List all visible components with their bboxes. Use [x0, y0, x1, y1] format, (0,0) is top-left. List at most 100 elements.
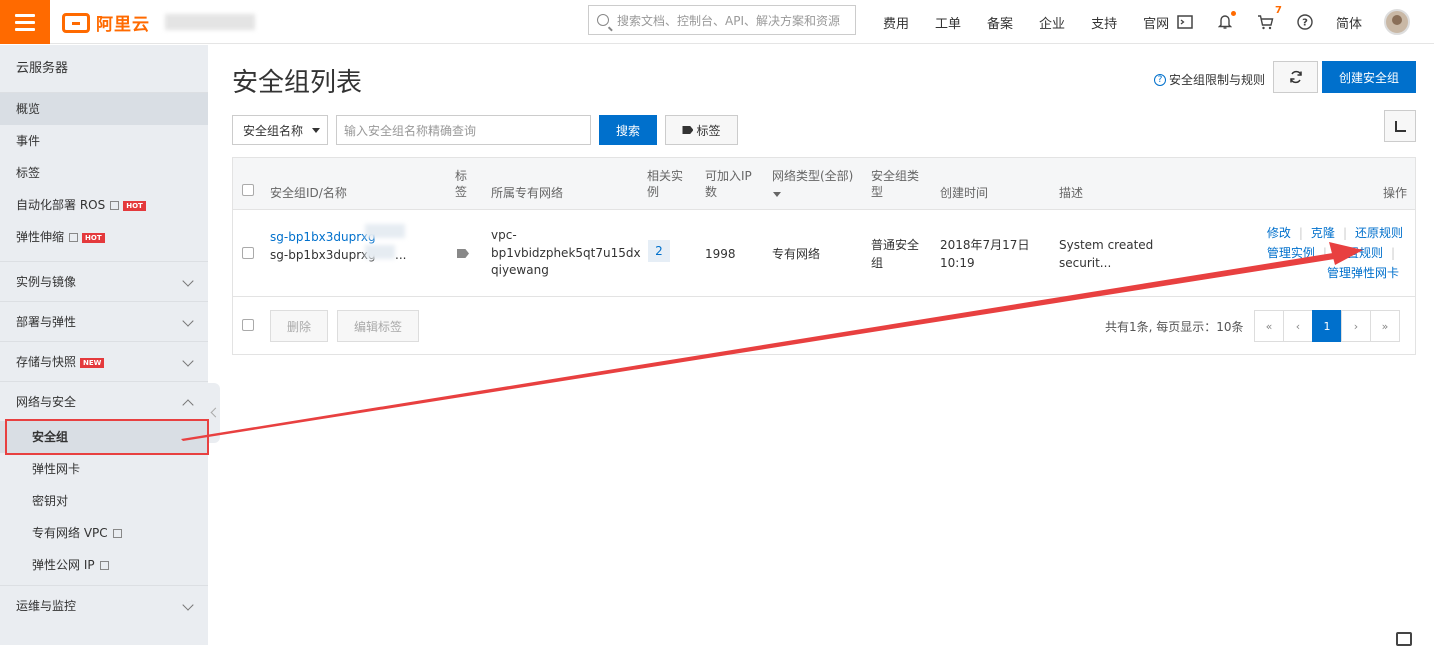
select-all-checkbox[interactable]	[242, 184, 254, 196]
sidebar-group-instances[interactable]: 实例与镜像	[0, 261, 208, 301]
header-links: 费用 工单 备案 企业 支持 官网	[870, 0, 1182, 44]
redacted-name-suffix	[365, 245, 395, 259]
action-manage-eni[interactable]: 管理弹性网卡	[1327, 266, 1399, 280]
brand-logo[interactable]: 阿里云	[62, 10, 150, 35]
feedback-icon[interactable]	[1396, 632, 1412, 646]
first-page-button[interactable]: «	[1254, 310, 1284, 342]
row-checkbox[interactable]	[242, 247, 254, 259]
pagination-summary: 共有1条, 每页显示：10条	[1105, 320, 1244, 334]
help-link[interactable]: ? 安全组限制与规则	[1154, 71, 1265, 88]
sidebar-item-events[interactable]: 事件	[0, 125, 208, 157]
nav-link-support[interactable]: 支持	[1091, 13, 1117, 32]
sidebar-group-deployment[interactable]: 部署与弹性	[0, 301, 208, 341]
table-footer: 删除 编辑标签 共有1条, 每页显示：10条 « ‹ 1 › »	[233, 298, 1415, 354]
sidebar-group-network[interactable]: 网络与安全	[0, 381, 208, 421]
refresh-button[interactable]	[1273, 61, 1318, 93]
chevron-down-icon	[182, 355, 194, 367]
security-group-name-ellipsis: ...	[395, 248, 407, 262]
filter-field-value: 安全组名称	[243, 123, 304, 138]
sidebar-item-label: 专有网络 VPC	[32, 526, 108, 540]
avatar[interactable]	[1384, 9, 1411, 35]
col-description: 描述	[1059, 186, 1084, 200]
last-page-button[interactable]: »	[1370, 310, 1400, 342]
sidebar-item-vpc[interactable]: 专有网络 VPC	[0, 517, 208, 549]
related-instances-count[interactable]: 2	[648, 240, 670, 262]
account-selector-blurred[interactable]	[165, 14, 255, 30]
create-security-group-button[interactable]: 创建安全组	[1322, 61, 1416, 93]
external-link-icon	[69, 233, 79, 242]
prev-page-button[interactable]: ‹	[1283, 310, 1313, 342]
menu-icon[interactable]	[0, 0, 50, 44]
sidebar-item-ros[interactable]: 自动化部署 ROS HOT	[0, 189, 208, 221]
nav-link-billing[interactable]: 费用	[883, 13, 909, 32]
nav-link-website[interactable]: 官网	[1143, 13, 1169, 32]
sidebar-item-eip[interactable]: 弹性公网 IP	[0, 549, 208, 581]
vpc-line-2: bp1vbidzphek5qt7u15dx	[491, 246, 641, 260]
sidebar-item-keypair[interactable]: 密钥对	[0, 485, 208, 517]
created-date: 2018年7月17日	[940, 238, 1030, 252]
cart-icon[interactable]: 7	[1256, 5, 1282, 31]
search-button[interactable]: 搜索	[599, 115, 657, 145]
notification-dot	[1231, 11, 1236, 16]
security-group-name: sg-bp1bx3duprxg	[270, 248, 376, 262]
tag-filter-button[interactable]: 标签	[665, 115, 738, 145]
export-button[interactable]	[1384, 110, 1416, 142]
action-clone[interactable]: 克隆	[1311, 226, 1335, 240]
joinable-ip-count: 1998	[705, 247, 736, 261]
col-joinable-ip: 可加入IP数	[705, 169, 752, 199]
global-search-input[interactable]: 搜索文档、控制台、API、解决方案和资源	[588, 5, 856, 35]
chevron-down-icon	[182, 275, 194, 287]
question-icon: ?	[1154, 73, 1166, 86]
action-configure-rules[interactable]: 配置规则	[1335, 246, 1383, 260]
next-page-button[interactable]: ›	[1341, 310, 1371, 342]
sidebar-group-label: 部署与弹性	[16, 315, 77, 329]
filter-field-select[interactable]: 安全组名称	[232, 115, 328, 145]
export-icon	[1394, 120, 1406, 132]
sidebar-item-label: 标签	[16, 166, 41, 180]
sidebar-item-eni[interactable]: 弹性网卡	[0, 453, 208, 485]
action-modify[interactable]: 修改	[1267, 226, 1291, 240]
sidebar-item-label: 弹性公网 IP	[32, 558, 95, 572]
col-sg-type: 安全组类型	[871, 169, 920, 199]
chevron-up-icon	[182, 399, 194, 411]
sidebar-item-tags[interactable]: 标签	[0, 157, 208, 189]
footer-select-all-checkbox[interactable]	[242, 319, 254, 331]
language-switch[interactable]: 简体	[1336, 13, 1362, 32]
sidebar-item-overview[interactable]: 概览	[0, 93, 208, 125]
created-time: 10:19	[940, 256, 975, 270]
tag-icon[interactable]	[457, 249, 469, 258]
caret-down-icon	[312, 128, 320, 133]
sidebar-collapse-handle[interactable]	[208, 383, 220, 443]
sg-type-line-2: 组	[871, 256, 884, 270]
col-id-name: 安全组ID/名称	[270, 186, 347, 200]
terminal-icon[interactable]	[1176, 13, 1194, 31]
sidebar-group-ops[interactable]: 运维与监控	[0, 585, 208, 625]
sidebar-group-storage[interactable]: 存储与快照 NEW	[0, 341, 208, 381]
row-actions-line-2: 管理实例 | 配置规则 |	[1266, 246, 1395, 260]
sidebar-item-label: 弹性伸缩	[16, 230, 65, 244]
caret-down-icon	[773, 192, 781, 197]
action-manage-instances[interactable]: 管理实例	[1267, 246, 1315, 260]
nav-link-tickets[interactable]: 工单	[935, 13, 961, 32]
chevron-down-icon	[182, 599, 194, 611]
filter-query-input[interactable]: 输入安全组名称精确查询	[336, 115, 591, 145]
action-restore-rules[interactable]: 还原规则	[1355, 226, 1403, 240]
nav-link-icp[interactable]: 备案	[987, 13, 1013, 32]
search-placeholder: 搜索文档、控制台、API、解决方案和资源	[617, 13, 840, 28]
help-icon[interactable]: ?	[1296, 13, 1314, 31]
sidebar-title: 云服务器	[0, 45, 208, 93]
col-network-type[interactable]: 网络类型(全部)	[772, 168, 858, 184]
sidebar-item-autoscaling[interactable]: 弹性伸缩 HOT	[0, 221, 208, 253]
cart-count: 7	[1275, 5, 1282, 16]
hot-badge: HOT	[123, 200, 146, 211]
page-1-button[interactable]: 1	[1312, 310, 1342, 342]
description-line-2: securit...	[1059, 256, 1112, 270]
col-tag: 标签	[455, 169, 468, 199]
nav-link-enterprise[interactable]: 企业	[1039, 13, 1065, 32]
sidebar-item-label: 自动化部署 ROS	[16, 198, 106, 212]
security-group-id-link[interactable]: sg-bp1bx3duprxg	[270, 229, 376, 245]
bell-icon[interactable]	[1216, 11, 1236, 31]
delete-button[interactable]: 删除	[270, 310, 328, 342]
description-line-1: System created	[1059, 238, 1154, 252]
edit-tags-button[interactable]: 编辑标签	[337, 310, 419, 342]
